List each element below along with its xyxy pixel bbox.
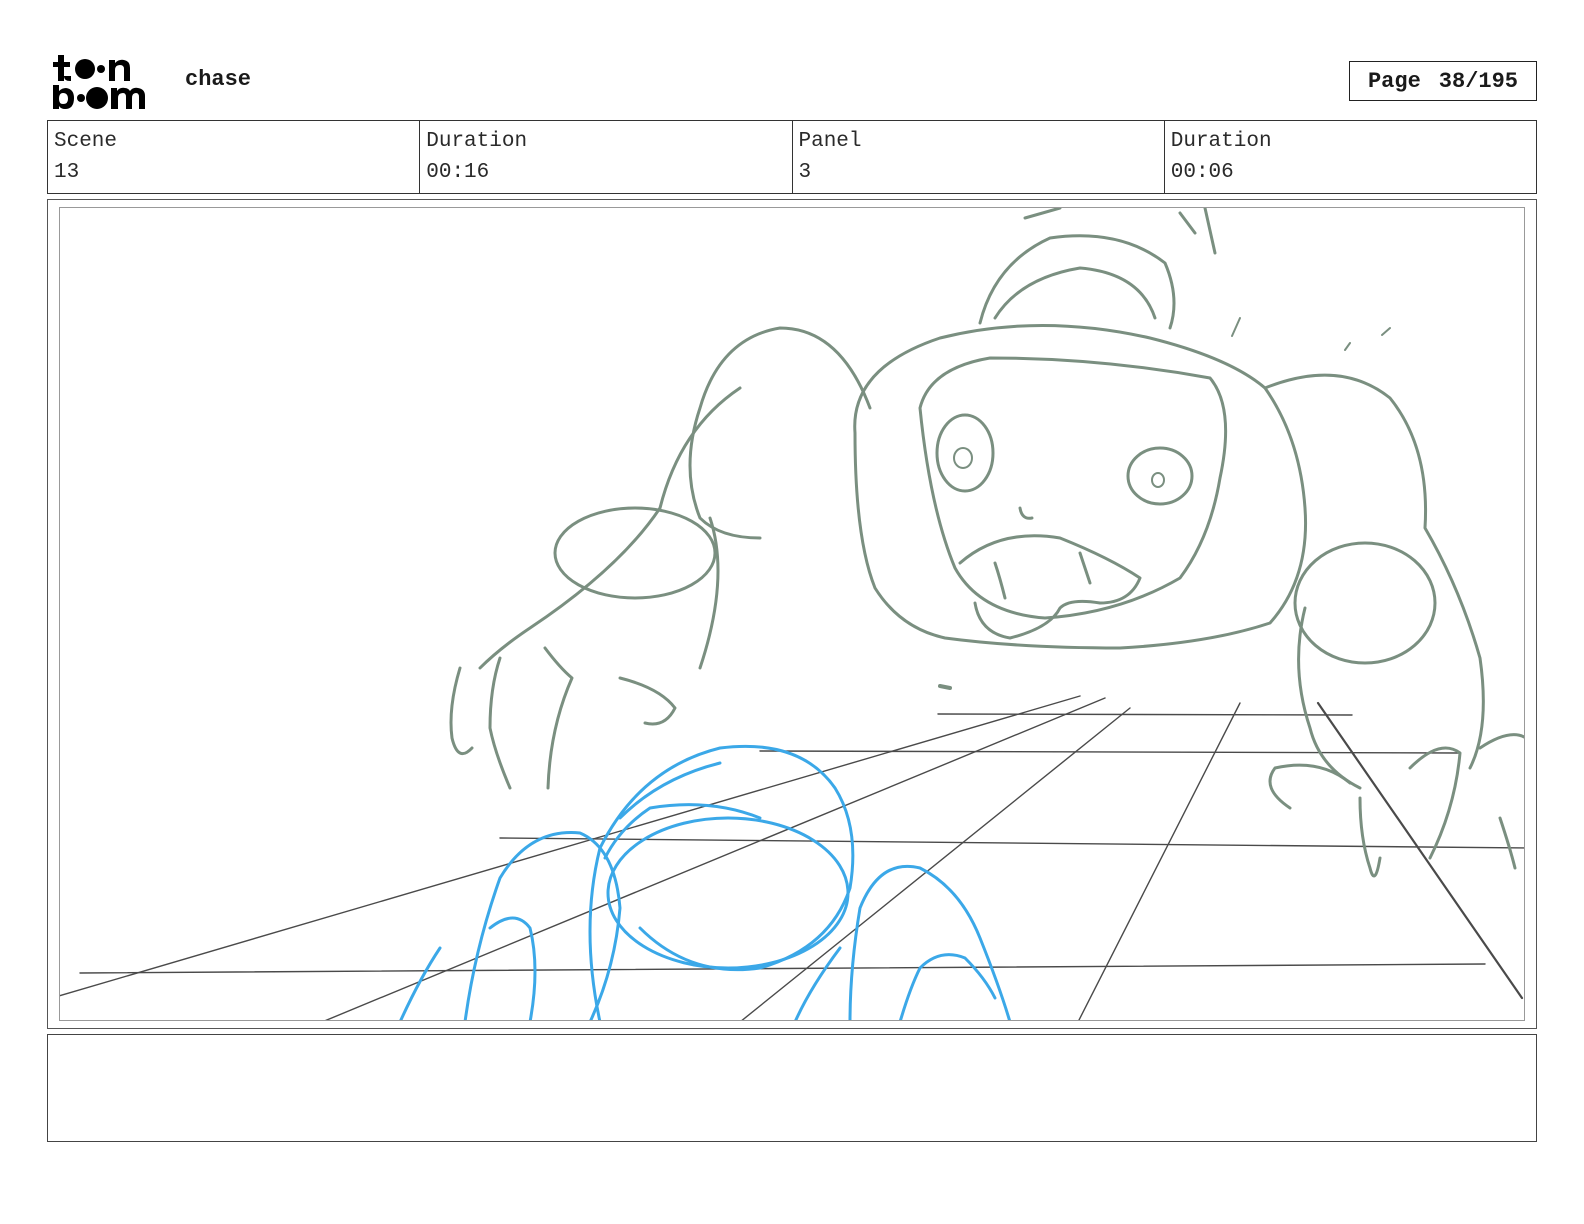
scene-duration-label: Duration (426, 130, 528, 153)
page-indicator: Page 38/195 (1349, 61, 1537, 101)
page-number: 38/195 (1438, 68, 1519, 94)
scene-duration-value: 00:16 (426, 161, 490, 184)
scene-duration-cell: Duration 00:16 (420, 121, 793, 193)
foreground-character-sketch (399, 744, 1011, 1020)
floor-grid (60, 695, 1524, 1020)
panel-duration-label: Duration (1170, 130, 1272, 153)
project-title: chase (185, 67, 252, 92)
toon-boom-logo (52, 52, 164, 112)
scene-cell: Scene 13 (48, 121, 421, 193)
panel-duration-value: 00:06 (1170, 161, 1234, 184)
panel-cell: Panel 3 (793, 121, 1165, 193)
creature-sketch (449, 208, 1524, 878)
panel-notes (47, 1034, 1537, 1142)
storyboard-sketch (60, 208, 1524, 1020)
panel-duration-cell: Duration 00:06 (1165, 121, 1536, 193)
panel-value: 3 (798, 161, 812, 184)
scene-label: Scene (54, 130, 118, 153)
page-label: Page (1367, 68, 1421, 94)
panel-label: Panel (798, 130, 862, 153)
scene-value: 13 (54, 161, 80, 184)
panel-image (59, 207, 1525, 1021)
panel-info-table: Scene 13 Duration 00:16 Panel 3 Duration… (47, 120, 1537, 194)
